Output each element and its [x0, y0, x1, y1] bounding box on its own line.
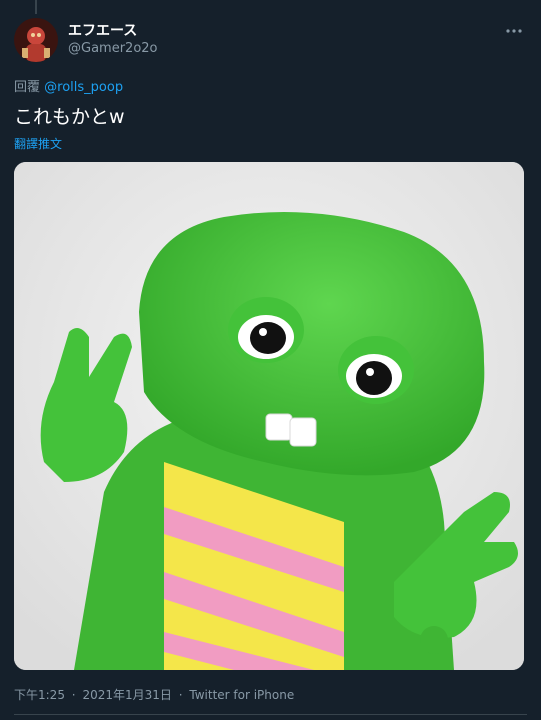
- more-options-button[interactable]: [501, 22, 527, 40]
- tweet-metadata: 下午1:25 · 2021年1月31日 · Twitter for iPhone: [14, 686, 294, 703]
- gachapin-mascot-photo: [14, 162, 524, 670]
- tweet-time[interactable]: 下午1:25: [14, 688, 65, 702]
- user-handle[interactable]: @Gamer2o2o: [68, 40, 158, 58]
- author-names: エフエース @Gamer2o2o: [68, 22, 158, 58]
- display-name[interactable]: エフエース: [68, 22, 158, 40]
- meta-separator: ·: [178, 688, 183, 702]
- tweet-header: エフエース @Gamer2o2o: [14, 18, 527, 62]
- reply-context: 回覆 @rolls_poop: [14, 76, 123, 95]
- thread-connector-line: [35, 0, 37, 14]
- meta-separator: ·: [71, 688, 76, 702]
- tweet-text: これもかとw: [14, 106, 125, 128]
- tweet-source: Twitter for iPhone: [189, 688, 295, 702]
- translate-tweet-link[interactable]: 翻譯推文: [14, 135, 62, 152]
- reply-mention-link[interactable]: @rolls_poop: [44, 80, 123, 95]
- more-horizontal-icon: [506, 29, 522, 33]
- tweet-date[interactable]: 2021年1月31日: [82, 688, 171, 702]
- reply-prefix: 回覆: [14, 80, 41, 95]
- bottom-divider: [14, 714, 527, 715]
- tweet-photo[interactable]: [14, 162, 524, 670]
- avatar[interactable]: [14, 18, 58, 62]
